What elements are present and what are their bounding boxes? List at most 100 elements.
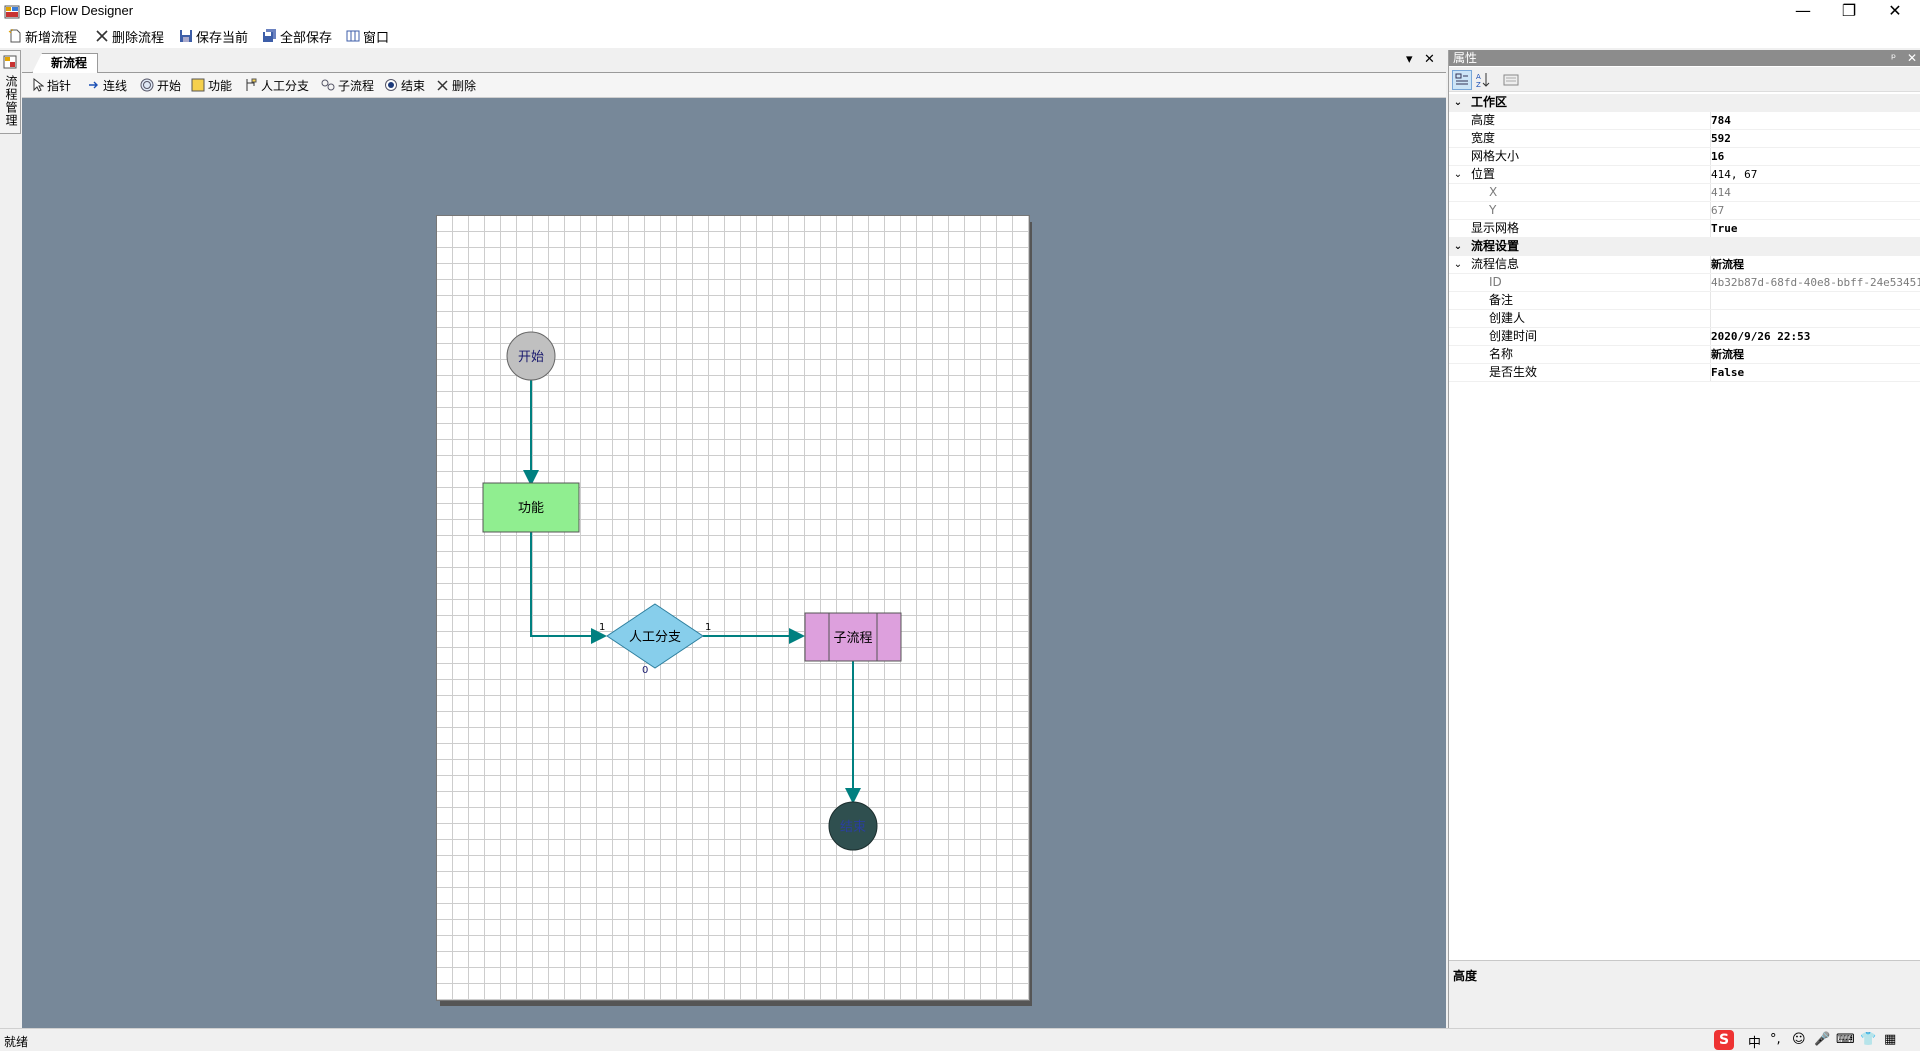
property-row[interactable]: 创建人 bbox=[1449, 310, 1920, 328]
property-value[interactable]: 4b32b87d-68fd-40e8-bbff-24e53451a0 bbox=[1711, 274, 1920, 291]
property-row[interactable]: ⌄ 位置 414, 67 bbox=[1449, 166, 1920, 184]
menu-delete-flow[interactable]: 删除流程 bbox=[95, 27, 164, 46]
properties-panel: 属性 ᵖ ✕ AZ ⌄ 工作区 高度 784 宽度 592 网格大小 16 ⌄ 位置 414, 67… bbox=[1448, 50, 1920, 1029]
tool-function[interactable]: 功能 bbox=[191, 77, 232, 93]
branch-port-out: 1 bbox=[705, 622, 711, 633]
expand-chevron-icon[interactable]: ⌄ bbox=[1452, 238, 1464, 255]
property-grid[interactable]: ⌄ 工作区 高度 784 宽度 592 网格大小 16 ⌄ 位置 414, 67 X 414 Y 67 显示网… bbox=[1449, 94, 1920, 382]
alphabetical-button[interactable]: AZ bbox=[1473, 70, 1493, 90]
property-name: 流程信息 bbox=[1471, 257, 1520, 271]
property-row[interactable]: 创建时间 2020/9/26 22:53 bbox=[1449, 328, 1920, 346]
expand-chevron-icon[interactable]: ⌄ bbox=[1452, 256, 1464, 273]
property-row[interactable]: Y 67 bbox=[1449, 202, 1920, 220]
menu-save-current[interactable]: 保存当前 bbox=[179, 27, 249, 46]
flow-diagram: 开始 功能 人工分支 1 1 0 子流程 结束 bbox=[482, 331, 902, 851]
node-start[interactable]: 开始 bbox=[506, 331, 556, 381]
menu-new-flow[interactable]: 新增流程 bbox=[8, 27, 77, 46]
property-value[interactable]: 16 bbox=[1711, 148, 1724, 165]
property-row[interactable]: X 414 bbox=[1449, 184, 1920, 202]
tool-branch[interactable]: 人工分支 bbox=[244, 77, 309, 93]
property-pages-button[interactable] bbox=[1501, 70, 1521, 90]
ime-keyboard-icon[interactable]: ⌨ bbox=[1836, 1032, 1855, 1048]
property-name: 创建时间 bbox=[1489, 329, 1538, 343]
categorized-button[interactable] bbox=[1452, 70, 1472, 90]
restore-button[interactable]: ❐ bbox=[1826, 0, 1872, 24]
tab-close-icon[interactable]: ✕ bbox=[1424, 52, 1435, 67]
ime-voice-icon[interactable]: 🎤 bbox=[1814, 1032, 1830, 1048]
node-branch[interactable]: 人工分支 1 1 0 bbox=[599, 603, 711, 676]
workspace-paper[interactable]: 开始 功能 人工分支 1 1 0 子流程 结束 bbox=[436, 215, 1030, 1001]
property-name: 网格大小 bbox=[1471, 149, 1520, 163]
tool-end[interactable]: 结束 bbox=[384, 77, 425, 93]
status-text: 就绪 bbox=[4, 1035, 29, 1049]
property-value[interactable]: 592 bbox=[1711, 130, 1731, 147]
property-row[interactable]: ⌄ 流程信息 新流程 bbox=[1449, 256, 1920, 274]
properties-title: 属性 bbox=[1453, 51, 1478, 65]
tool-start[interactable]: 开始 bbox=[140, 77, 181, 93]
node-subflow[interactable]: 子流程 bbox=[804, 612, 902, 662]
ime-punct-icon[interactable]: °, bbox=[1770, 1032, 1781, 1048]
branch-port-bottom: 0 bbox=[642, 665, 648, 676]
expand-chevron-icon[interactable]: ⌄ bbox=[1452, 166, 1464, 183]
property-name: 创建人 bbox=[1489, 311, 1526, 325]
property-name: 宽度 bbox=[1471, 131, 1496, 145]
branch-port-in: 1 bbox=[599, 622, 605, 633]
property-name: 名称 bbox=[1489, 347, 1514, 361]
minimize-button[interactable]: — bbox=[1780, 0, 1826, 24]
branch-icon bbox=[246, 78, 257, 91]
ime-skin-icon[interactable]: 👕 bbox=[1860, 1032, 1876, 1048]
property-name: ID bbox=[1489, 275, 1502, 289]
property-name: 显示网格 bbox=[1471, 221, 1520, 235]
pin-icon[interactable]: ᵖ bbox=[1891, 50, 1896, 66]
property-value[interactable]: 新流程 bbox=[1711, 256, 1744, 273]
new-document-icon bbox=[8, 29, 21, 43]
tool-subflow[interactable]: 子流程 bbox=[321, 77, 374, 93]
node-end[interactable]: 结束 bbox=[828, 801, 878, 851]
property-value[interactable]: 414, 67 bbox=[1711, 166, 1757, 183]
ime-emoji-icon[interactable]: ☺ bbox=[1792, 1032, 1806, 1048]
tab-new-flow[interactable]: 新流程 bbox=[32, 53, 99, 73]
tool-connect-label: 连线 bbox=[103, 78, 128, 93]
property-row[interactable]: 宽度 592 bbox=[1449, 130, 1920, 148]
property-value[interactable]: 414 bbox=[1711, 184, 1731, 201]
property-category[interactable]: ⌄ 流程设置 bbox=[1449, 238, 1920, 256]
properties-close-icon[interactable]: ✕ bbox=[1907, 50, 1917, 66]
edge-function-to-branch[interactable] bbox=[530, 532, 607, 644]
node-function[interactable]: 功能 bbox=[482, 482, 580, 533]
menu-save-current-label: 保存当前 bbox=[196, 30, 249, 46]
property-value[interactable]: 新流程 bbox=[1711, 346, 1744, 363]
property-description-title: 高度 bbox=[1453, 969, 1478, 983]
property-category[interactable]: ⌄ 工作区 bbox=[1449, 94, 1920, 112]
property-value[interactable]: 67 bbox=[1711, 202, 1724, 219]
design-canvas[interactable]: 开始 功能 人工分支 1 1 0 子流程 结束 bbox=[22, 98, 1446, 1028]
property-row[interactable]: 高度 784 bbox=[1449, 112, 1920, 130]
property-value[interactable]: False bbox=[1711, 364, 1744, 381]
property-row[interactable]: 是否生效 False bbox=[1449, 364, 1920, 382]
end-circle-icon bbox=[385, 79, 397, 91]
ime-menu-icon[interactable]: ▦ bbox=[1884, 1032, 1896, 1048]
menu-save-all[interactable]: 全部保存 bbox=[263, 27, 332, 46]
side-tab-flow-manager[interactable]: 流程管理 bbox=[0, 50, 21, 134]
property-row[interactable]: 网格大小 16 bbox=[1449, 148, 1920, 166]
property-value[interactable]: 2020/9/26 22:53 bbox=[1711, 328, 1810, 345]
delete-x-icon bbox=[437, 79, 448, 91]
tab-new-flow-label: 新流程 bbox=[51, 56, 88, 70]
property-value[interactable]: True bbox=[1711, 220, 1738, 237]
tool-connect[interactable]: 连线 bbox=[88, 77, 127, 93]
sort-az-icon: AZ bbox=[1476, 73, 1490, 89]
close-button[interactable]: ✕ bbox=[1872, 0, 1918, 24]
properties-toolbar: AZ bbox=[1449, 67, 1920, 92]
property-row[interactable]: ID 4b32b87d-68fd-40e8-bbff-24e53451a0 bbox=[1449, 274, 1920, 292]
tool-delete[interactable]: 删除 bbox=[436, 77, 476, 93]
expand-chevron-icon[interactable]: ⌄ bbox=[1452, 94, 1464, 111]
tool-pointer[interactable]: 指针 bbox=[32, 77, 71, 93]
properties-header: 属性 ᵖ ✕ bbox=[1449, 50, 1920, 66]
ime-logo-icon[interactable]: S bbox=[1714, 1030, 1734, 1050]
tab-dropdown-icon[interactable]: ▾ bbox=[1406, 52, 1413, 67]
property-row[interactable]: 备注 bbox=[1449, 292, 1920, 310]
property-value[interactable]: 784 bbox=[1711, 112, 1731, 129]
property-row[interactable]: 名称 新流程 bbox=[1449, 346, 1920, 364]
property-row[interactable]: 显示网格 True bbox=[1449, 220, 1920, 238]
ime-language-icon[interactable]: 中 bbox=[1748, 1032, 1761, 1051]
menu-window[interactable]: 窗口 bbox=[346, 27, 389, 46]
